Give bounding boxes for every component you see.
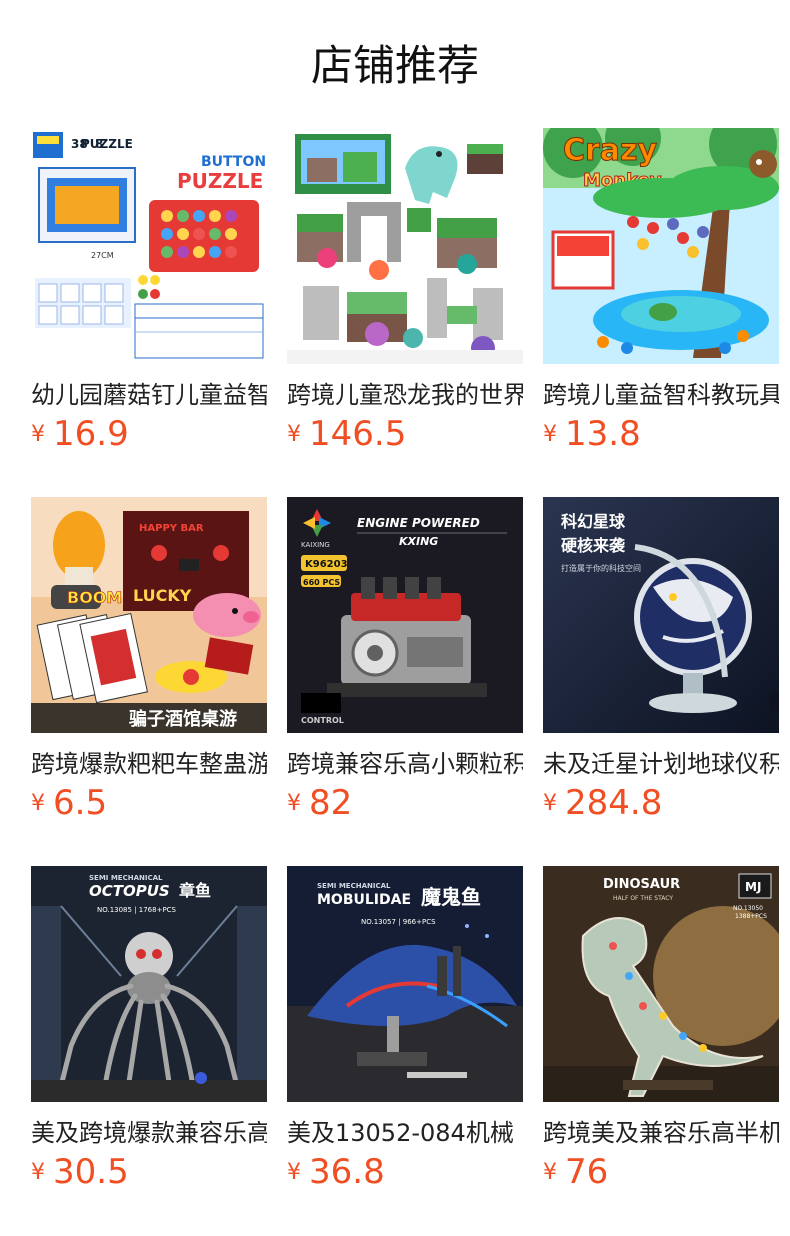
product-card[interactable]: KAIXING ENGINE POWERED KXING K96203 660 … xyxy=(287,497,523,837)
image-text: 660 PCS xyxy=(303,578,340,587)
image-text: SEMI MECHANICAL xyxy=(317,882,391,890)
image-text: NO.13050 xyxy=(733,905,763,912)
product-name[interactable]: 跨境美及兼容乐高半机械 xyxy=(543,1118,779,1150)
image-text: SEMI MECHANICAL xyxy=(89,874,163,882)
price-value: 284.8 xyxy=(565,783,663,823)
image-text: 章鱼 xyxy=(179,881,211,900)
product-card[interactable]: 科幻星球 硬核来袭 打造属于你的科技空间 未及迁星计划地球仪积木 ¥284.8 xyxy=(543,497,779,837)
product-price: ¥146.5 xyxy=(287,414,406,458)
image-text: DINOSAUR xyxy=(603,877,680,892)
image-text: HALF OF THE STACY xyxy=(613,895,673,902)
price-value: 146.5 xyxy=(309,414,407,454)
product-image[interactable]: HAPPY BAR LUCKY BOOM 骗子酒馆桌游 xyxy=(31,497,267,733)
image-text: 魔鬼鱼 xyxy=(421,885,481,909)
product-image[interactable]: 科幻星球 硬核来袭 打造属于你的科技空间 xyxy=(543,497,779,733)
page-title: 店铺推荐 xyxy=(310,41,479,90)
product-card[interactable]: SEMI MECHANICAL OCTOPUS 章鱼 NO.13085 | 17… xyxy=(31,866,267,1206)
product-name[interactable]: 跨境儿童恐龙我的世界 xyxy=(287,380,523,412)
product-price: ¥284.8 xyxy=(543,783,662,827)
currency-symbol: ¥ xyxy=(31,421,45,447)
product-price: ¥16.9 xyxy=(31,414,129,458)
product-card[interactable]: Crazy Monkey 跨境儿童益智科教玩具 ¥13.8 xyxy=(543,128,779,468)
product-price: ¥36.8 xyxy=(287,1152,385,1196)
product-price: ¥82 xyxy=(287,783,352,827)
image-text: LUCKY xyxy=(133,586,192,605)
price-value: 16.9 xyxy=(53,414,129,454)
image-text: KAIXING xyxy=(301,541,330,549)
price-value: 82 xyxy=(309,783,353,823)
image-text: BUTTON xyxy=(201,154,266,170)
currency-symbol: ¥ xyxy=(31,790,45,816)
image-text: 1388+PCS xyxy=(735,913,767,920)
image-text: NO.13085 | 1768+PCS xyxy=(97,906,177,914)
image-text: 骗子酒馆桌游 xyxy=(129,708,237,730)
product-card[interactable]: DINOSAUR HALF OF THE STACY MJ NO.13050 1… xyxy=(543,866,779,1206)
product-card[interactable]: SEMI MECHANICAL MOBULIDAE 魔鬼鱼 NO.13057 |… xyxy=(287,866,523,1206)
image-text: PUZZLE xyxy=(81,137,133,151)
image-text: 科幻星球 xyxy=(561,512,626,531)
product-price: ¥13.8 xyxy=(543,414,641,458)
currency-symbol: ¥ xyxy=(287,1159,301,1185)
product-image[interactable]: SEMI MECHANICAL OCTOPUS 章鱼 NO.13085 | 17… xyxy=(31,866,267,1102)
product-image[interactable]: PUZZLE 38 8 BUTTON PUZZLE PUZZLE 27CM xyxy=(31,128,267,364)
product-card[interactable]: PUZZLE 38 8 BUTTON PUZZLE PUZZLE 27CM xyxy=(31,128,267,468)
product-card[interactable]: HAPPY BAR LUCKY BOOM 骗子酒馆桌游 跨境爆款粑粑车整蛊游 ¥… xyxy=(31,497,267,837)
product-name[interactable]: 未及迁星计划地球仪积木 xyxy=(543,749,779,781)
image-text: MJ xyxy=(745,880,761,894)
product-image[interactable]: KAIXING ENGINE POWERED KXING K96203 660 … xyxy=(287,497,523,733)
image-text: NO.13057 | 966+PCS xyxy=(361,918,436,926)
image-text: 27CM xyxy=(91,251,114,260)
currency-symbol: ¥ xyxy=(31,1159,45,1185)
image-text: MOBULIDAE xyxy=(317,892,411,908)
currency-symbol: ¥ xyxy=(543,421,557,447)
image-text: CONTROL xyxy=(301,716,344,725)
product-price: ¥30.5 xyxy=(31,1152,129,1196)
product-price: ¥76 xyxy=(543,1152,608,1196)
product-price: ¥6.5 xyxy=(31,783,107,827)
product-image[interactable] xyxy=(287,128,523,364)
image-text: 打造属于你的科技空间 xyxy=(561,563,641,573)
price-value: 36.8 xyxy=(309,1152,385,1192)
price-value: 30.5 xyxy=(53,1152,129,1192)
image-text: OCTOPUS xyxy=(89,882,170,900)
image-text: KXING xyxy=(399,535,438,548)
image-text: 8 xyxy=(95,137,103,151)
product-name[interactable]: 跨境爆款粑粑车整蛊游戏 xyxy=(31,749,267,781)
product-name[interactable]: 美及13052-084机械 xyxy=(287,1118,523,1150)
product-image[interactable]: DINOSAUR HALF OF THE STACY MJ NO.13050 1… xyxy=(543,866,779,1102)
price-value: 13.8 xyxy=(565,414,641,454)
product-card[interactable]: 跨境儿童恐龙我的世界 ¥146.5 xyxy=(287,128,523,468)
currency-symbol: ¥ xyxy=(543,790,557,816)
image-text: 硬核来袭 xyxy=(561,536,626,555)
currency-symbol: ¥ xyxy=(287,790,301,816)
image-text: K96203 xyxy=(305,559,348,570)
product-name[interactable]: 跨境兼容乐高小颗粒积木 xyxy=(287,749,523,781)
product-image[interactable]: SEMI MECHANICAL MOBULIDAE 魔鬼鱼 NO.13057 |… xyxy=(287,866,523,1102)
image-text: 38 xyxy=(71,137,88,151)
image-text: Crazy xyxy=(563,133,658,168)
product-name[interactable]: 跨境儿童益智科教玩具 xyxy=(543,380,779,412)
currency-symbol: ¥ xyxy=(287,421,301,447)
product-name[interactable]: 美及跨境爆款兼容乐高 xyxy=(31,1118,267,1150)
price-value: 76 xyxy=(565,1152,609,1192)
product-name[interactable]: 幼儿园蘑菇钉儿童益智 xyxy=(31,380,267,412)
image-text: HAPPY BAR xyxy=(139,523,204,534)
price-value: 6.5 xyxy=(53,783,108,823)
image-text: BOOM xyxy=(67,588,122,607)
product-image[interactable]: Crazy Monkey xyxy=(543,128,779,364)
image-text: ENGINE POWERED xyxy=(357,516,480,530)
currency-symbol: ¥ xyxy=(543,1159,557,1185)
